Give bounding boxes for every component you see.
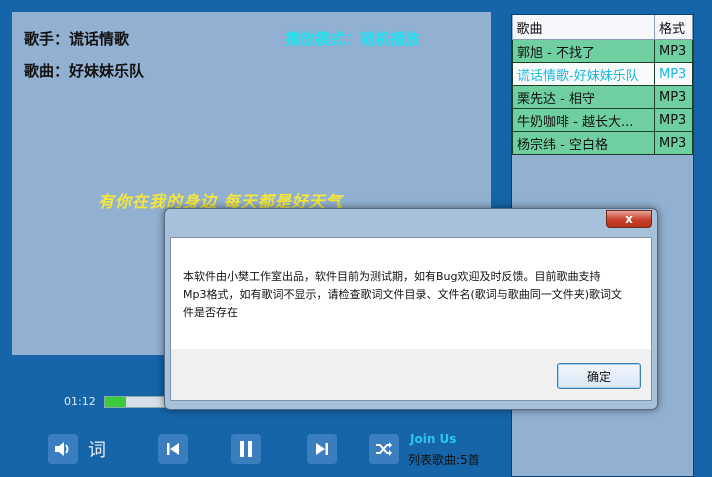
song-cell[interactable]: 谎话情歌-好妹妹乐队 [512, 62, 655, 86]
song-cell[interactable]: 栗先达 - 相守 [512, 85, 655, 109]
playlist-table: 歌曲 格式 郭旭 - 不找了 MP3 谎话情歌-好妹妹乐队 MP3 栗先达 - … [512, 15, 693, 155]
column-header-format[interactable]: 格式 [654, 15, 693, 40]
dialog-message: 本软件由小樊工作室出品，软件目前为测试期，如有Bug欢迎及时反馈。目前歌曲支持M… [183, 270, 623, 319]
volume-button[interactable] [48, 434, 78, 464]
table-row[interactable]: 杨宗纬 - 空白格 MP3 [512, 131, 693, 155]
format-cell[interactable]: MP3 [654, 62, 693, 86]
next-button[interactable] [307, 434, 337, 464]
format-cell[interactable]: MP3 [654, 39, 693, 63]
format-cell[interactable]: MP3 [654, 85, 693, 109]
table-row[interactable]: 牛奶咖啡 - 越长大... MP3 [512, 108, 693, 132]
song-label: 歌曲：好妹妹乐队 [24, 62, 145, 80]
pause-button[interactable] [231, 434, 261, 464]
format-cell[interactable]: MP3 [654, 108, 693, 132]
speaker-icon [55, 442, 69, 456]
table-row[interactable]: 栗先达 - 相守 MP3 [512, 85, 693, 109]
dialog-content: 本软件由小樊工作室出品，软件目前为测试期，如有Bug欢迎及时反馈。目前歌曲支持M… [171, 238, 651, 349]
skip-previous-icon [167, 443, 179, 455]
singer-label: 歌手：谎话情歌 [24, 30, 130, 48]
ok-button[interactable]: 确定 [557, 363, 641, 389]
progress-fill [105, 397, 126, 407]
previous-button[interactable] [158, 434, 188, 464]
song-cell[interactable]: 牛奶咖啡 - 越长大... [512, 108, 655, 132]
column-header-song[interactable]: 歌曲 [512, 15, 655, 40]
list-count: 列表歌曲:5首 [408, 453, 480, 467]
skip-next-icon [316, 443, 328, 455]
pause-icon [240, 441, 252, 457]
table-row[interactable]: 谎话情歌-好妹妹乐队 MP3 [512, 62, 693, 86]
dialog-close-button[interactable]: x [606, 210, 652, 228]
dialog-body: 本软件由小樊工作室出品，软件目前为测试期，如有Bug欢迎及时反馈。目前歌曲支持M… [170, 237, 652, 401]
close-icon: x [625, 212, 633, 226]
play-mode-label[interactable]: 播放模式：随机播放 [285, 28, 420, 49]
song-cell[interactable]: 杨宗纬 - 空白格 [512, 131, 655, 155]
shuffle-icon [376, 442, 392, 456]
join-us-link[interactable]: Join Us [410, 432, 456, 446]
message-dialog: x 本软件由小樊工作室出品，软件目前为测试期，如有Bug欢迎及时反馈。目前歌曲支… [164, 208, 658, 410]
format-cell[interactable]: MP3 [654, 131, 693, 155]
song-cell[interactable]: 郭旭 - 不找了 [512, 39, 655, 63]
lyrics-toggle-button[interactable]: 词 [88, 436, 106, 462]
current-time: 01:12 [64, 395, 96, 408]
shuffle-button[interactable] [369, 434, 399, 464]
table-row[interactable]: 郭旭 - 不找了 MP3 [512, 39, 693, 63]
